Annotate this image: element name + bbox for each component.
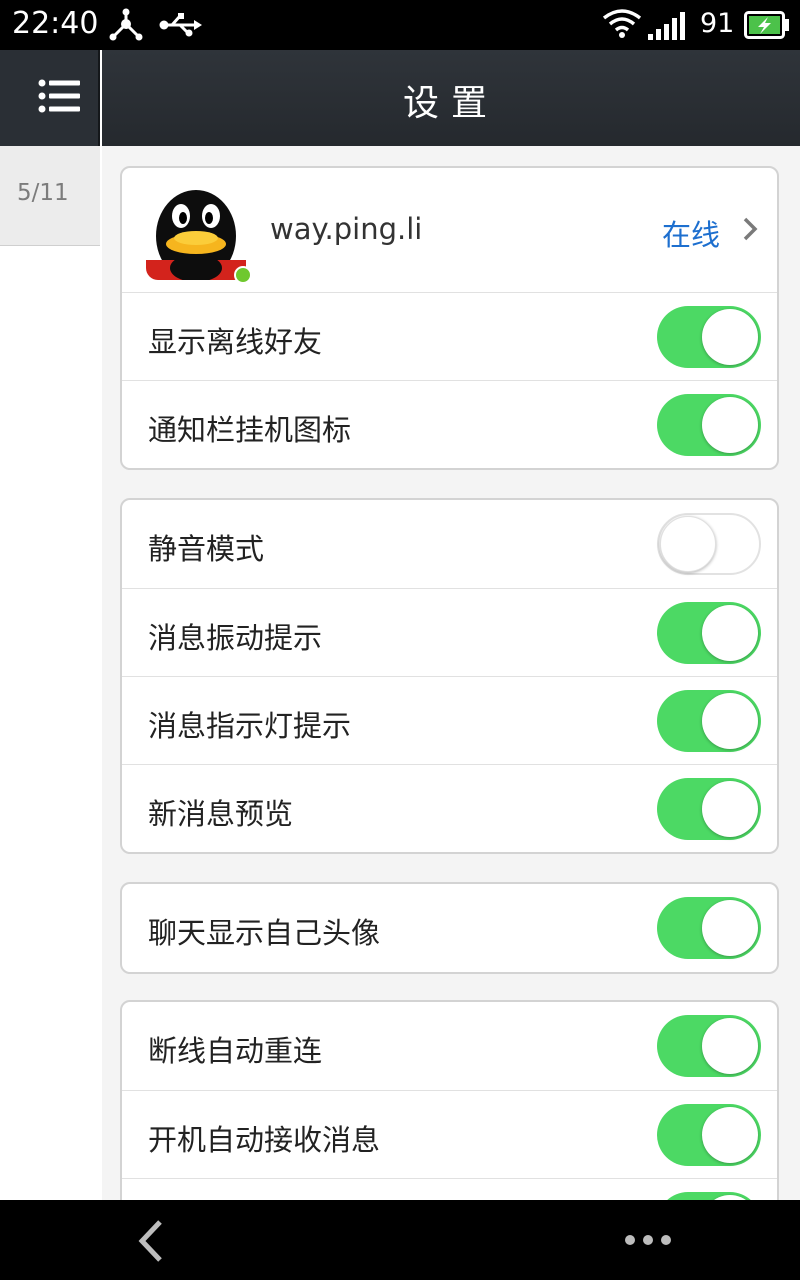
left-panel-header [0, 50, 100, 146]
setting-row[interactable]: 消息指示灯提示 [122, 676, 777, 764]
signal-icon [648, 12, 685, 40]
settings-panel: 设置 way.ping.li 在线 显示离线好友 通知栏挂机图标 静音模式 消息… [102, 50, 800, 1200]
toggle-knob [660, 516, 716, 572]
settings-group-notifications: 静音模式 消息振动提示 消息指示灯提示 新消息预览 [120, 498, 779, 854]
setting-label: 静音模式 [148, 532, 265, 566]
usb-tether-icon [109, 8, 143, 41]
setting-label: 消息指示灯提示 [148, 709, 352, 743]
setting-row[interactable]: 聊天显示自己头像 [122, 884, 777, 972]
setting-row[interactable]: 显示离线好友 [122, 292, 777, 380]
setting-row[interactable]: 通知栏挂机图标 [122, 380, 777, 468]
profile-row[interactable]: way.ping.li 在线 [122, 168, 777, 292]
qq-penguin-avatar [146, 182, 246, 280]
settings-group-connection: 断线自动重连 开机自动接收消息 [120, 1000, 779, 1200]
navigation-bar [0, 1200, 800, 1280]
usb-icon [159, 13, 202, 37]
toggle-knob [702, 397, 758, 453]
status-bar: 22:40 91 [0, 0, 800, 50]
settings-group-chat: 聊天显示自己头像 [120, 882, 779, 974]
toggle-switch[interactable] [657, 897, 761, 959]
setting-label: 通知栏挂机图标 [148, 413, 352, 447]
setting-row[interactable]: 开机自动接收消息 [122, 1090, 777, 1178]
status-time: 22:40 [12, 6, 99, 41]
more-icon[interactable] [620, 1228, 676, 1252]
toggle-knob [702, 605, 758, 661]
page-title: 设置 [402, 83, 499, 124]
list-menu-icon[interactable] [38, 78, 82, 114]
username: way.ping.li [270, 212, 423, 246]
toggle-knob [702, 693, 758, 749]
toggle-switch[interactable] [657, 513, 761, 575]
toggle-knob [702, 781, 758, 837]
setting-row[interactable]: 静音模式 [122, 500, 777, 588]
setting-label: 显示离线好友 [148, 325, 323, 359]
setting-label: 开机自动接收消息 [148, 1123, 381, 1157]
setting-row-partial[interactable] [122, 1178, 777, 1200]
setting-label: 消息振动提示 [148, 621, 323, 655]
online-status-link[interactable]: 在线 [662, 212, 720, 254]
settings-group-account: way.ping.li 在线 显示离线好友 通知栏挂机图标 [120, 166, 779, 470]
toggle-switch[interactable] [657, 394, 761, 456]
wifi-icon [602, 9, 642, 38]
setting-label: 聊天显示自己头像 [148, 916, 381, 950]
online-status-icon [234, 266, 252, 284]
toggle-switch[interactable] [657, 306, 761, 368]
toggle-knob [702, 1107, 758, 1163]
toggle-knob [702, 900, 758, 956]
toggle-knob [702, 1018, 758, 1074]
toggle-switch[interactable] [657, 1192, 761, 1200]
setting-label: 断线自动重连 [148, 1034, 323, 1068]
toggle-switch[interactable] [657, 1015, 761, 1077]
back-icon[interactable] [130, 1218, 174, 1264]
settings-header: 设置 [102, 50, 800, 146]
battery-level: 91 [700, 8, 735, 39]
setting-row[interactable]: 断线自动重连 [122, 1002, 777, 1090]
setting-row[interactable]: 消息振动提示 [122, 588, 777, 676]
setting-label: 新消息预览 [148, 797, 294, 831]
list-item-date: 5/11 [17, 180, 69, 206]
toggle-switch[interactable] [657, 690, 761, 752]
battery-charging-icon [744, 11, 789, 39]
toggle-switch[interactable] [657, 778, 761, 840]
toggle-switch[interactable] [657, 602, 761, 664]
setting-row[interactable]: 新消息预览 [122, 764, 777, 852]
toggle-knob [702, 309, 758, 365]
toggle-switch[interactable] [657, 1104, 761, 1166]
left-list-item[interactable]: 5/11 [0, 146, 100, 246]
chevron-right-icon [743, 217, 758, 241]
left-panel: 5/11 [0, 50, 102, 1200]
